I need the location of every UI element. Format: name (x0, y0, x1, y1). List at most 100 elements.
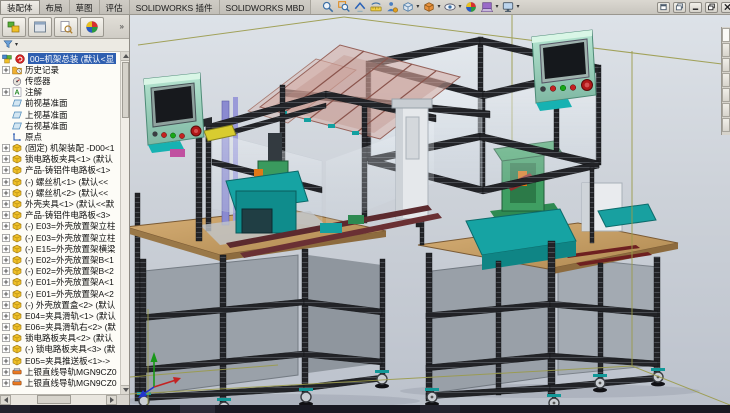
display-style-icon[interactable] (421, 1, 436, 14)
tree-item[interactable]: 产品-铸铝件电路板<3> (0, 210, 129, 221)
expand-toggle-icon[interactable] (2, 256, 11, 264)
tree-item[interactable]: 外壳夹具<1> (默认<<默 (0, 198, 129, 209)
tree-item[interactable]: E06=夹具滑轨右<2> (默 (0, 322, 129, 333)
expand-toggle-icon[interactable] (2, 200, 11, 208)
command-tab[interactable]: SOLIDWORKS MBD (220, 0, 312, 14)
search-tree-icon[interactable] (54, 17, 78, 37)
apply-scene-icon[interactable] (479, 1, 494, 14)
expand-toggle-icon[interactable] (2, 144, 11, 152)
expand-toggle-icon[interactable] (2, 379, 11, 387)
feature-manager-icon[interactable] (2, 17, 26, 37)
task-pane-tab-7[interactable] (722, 118, 730, 132)
scroll-thumb[interactable] (37, 395, 71, 404)
expand-toggle-icon[interactable] (2, 155, 11, 163)
section-view-icon[interactable] (352, 1, 367, 14)
expand-toggle-icon[interactable] (2, 245, 11, 253)
dropdown-caret-icon[interactable]: ▾ (516, 4, 519, 10)
view-orientation-icon[interactable] (400, 1, 415, 14)
tree-item[interactable]: E05=夹具推送板<1>-> (0, 355, 129, 366)
hide-show-items-icon[interactable] (442, 1, 457, 14)
expand-toggle-icon[interactable] (2, 290, 11, 298)
expand-toggle-icon[interactable] (2, 301, 11, 309)
display-pane-icon[interactable] (28, 17, 52, 37)
expand-toggle-icon[interactable] (2, 323, 11, 331)
tree-item[interactable]: (-) E15=外壳放置架横梁 (0, 243, 129, 254)
tree-item[interactable]: 右视基准面 (0, 120, 129, 131)
minimize-icon[interactable] (689, 2, 702, 13)
task-pane-tab-5[interactable] (722, 88, 730, 102)
close-icon[interactable] (721, 2, 730, 13)
expand-toggle-icon[interactable] (2, 178, 11, 186)
expand-toggle-icon[interactable] (2, 234, 11, 242)
expand-toggle-icon[interactable] (2, 278, 11, 286)
tree-item[interactable]: 产品-铸铝件电路板<1> (0, 165, 129, 176)
zoom-fit-icon[interactable] (320, 1, 335, 14)
scroll-down-icon[interactable] (121, 385, 129, 394)
expand-toggle-icon[interactable] (2, 334, 11, 342)
expand-toggle-icon[interactable] (2, 222, 11, 230)
expand-toggle-icon[interactable] (2, 189, 11, 197)
toolbar-overflow-button[interactable]: » (117, 22, 127, 31)
new-window-icon[interactable] (657, 2, 670, 13)
tree-filter-row[interactable]: ▾ (0, 39, 129, 52)
tree-horizontal-scrollbar[interactable] (0, 394, 129, 405)
scroll-up-icon[interactable] (121, 52, 129, 61)
task-pane-tab-2[interactable] (722, 43, 730, 57)
task-pane-tab-3[interactable] (722, 58, 730, 72)
dropdown-caret-icon[interactable]: ▾ (458, 4, 461, 10)
tree-item[interactable]: A注解 (0, 87, 129, 98)
expand-toggle-icon[interactable] (2, 88, 11, 96)
task-pane-tab-6[interactable] (722, 103, 730, 117)
tree-vertical-scrollbar[interactable] (120, 52, 129, 394)
edit-appearance-icon[interactable] (463, 1, 478, 14)
window-cascade-icon[interactable] (673, 2, 686, 13)
tree-item[interactable]: (-) 外壳放置盒<2> (默认 (0, 299, 129, 310)
measure-icon[interactable] (368, 1, 383, 14)
graphics-viewport[interactable] (130, 15, 730, 405)
tree-item[interactable]: (-) 螺丝机<1> (默认<< (0, 176, 129, 187)
tree-item[interactable]: (-) E01=外壳放置架A<1 (0, 277, 129, 288)
expand-toggle-icon[interactable] (2, 267, 11, 275)
tree-item[interactable]: 锁电路板夹具<1> (默认 (0, 154, 129, 165)
restore-icon[interactable] (705, 2, 718, 13)
command-tab[interactable]: 装配体 (0, 0, 40, 14)
expand-toggle-icon[interactable] (2, 211, 11, 219)
tree-item[interactable]: (-) E03=外壳放置架立柱 (0, 232, 129, 243)
scroll-thumb[interactable] (122, 62, 129, 118)
tree-item[interactable]: (-) E02=外壳放置架B<2 (0, 266, 129, 277)
tree-item[interactable]: 传感器 (0, 75, 129, 86)
appearances-icon[interactable] (80, 17, 104, 37)
zoom-area-icon[interactable] (336, 1, 351, 14)
tree-item[interactable]: 历史记录 (0, 64, 129, 75)
task-pane-tab-4[interactable] (722, 73, 730, 87)
expand-toggle-icon[interactable] (2, 166, 11, 174)
dropdown-caret-icon[interactable]: ▾ (416, 4, 419, 10)
tree-item[interactable]: 上视基准面 (0, 109, 129, 120)
tree-item[interactable]: 上银直线导轨MGN9CZ0 (0, 366, 129, 377)
expand-toggle-icon[interactable] (2, 357, 11, 365)
expand-toggle-icon[interactable] (2, 345, 11, 353)
tree-item[interactable]: 前视基准面 (0, 98, 129, 109)
expand-toggle-icon[interactable] (2, 312, 11, 320)
scroll-left-icon[interactable] (0, 395, 11, 405)
tree-item[interactable]: (-) 锁电路板夹具<3> (默 (0, 344, 129, 355)
tree-item[interactable]: 上银直线导轨MGN9CZ0 (0, 377, 129, 388)
command-tab[interactable]: 布局 (40, 0, 70, 14)
expand-toggle-icon[interactable] (2, 66, 11, 74)
dropdown-caret-icon[interactable]: ▾ (495, 4, 498, 10)
dropdown-caret-icon[interactable]: ▾ (437, 4, 440, 10)
view-settings-icon[interactable] (500, 1, 515, 14)
scroll-right-icon[interactable] (106, 395, 117, 405)
command-tab[interactable]: 评估 (100, 0, 130, 14)
tree-item[interactable]: 锁电路板夹具<2> (默认 (0, 333, 129, 344)
tree-item[interactable]: (-) E03=外壳放置架立柱 (0, 221, 129, 232)
command-tab[interactable]: 草图 (70, 0, 100, 14)
expand-toggle-icon[interactable] (2, 368, 11, 376)
scroll-track[interactable] (11, 395, 106, 405)
assembly-visualization-icon[interactable] (384, 1, 399, 14)
command-tab[interactable]: SOLIDWORKS 插件 (130, 0, 220, 14)
tree-item[interactable]: (固定) 机架装配 -D00<1 (0, 143, 129, 154)
tree-item[interactable]: (-) E02=外壳放置架B<1 (0, 254, 129, 265)
tree-item[interactable]: (-) 螺丝机<2> (默认<< (0, 187, 129, 198)
tree-item[interactable]: 原点 (0, 131, 129, 142)
